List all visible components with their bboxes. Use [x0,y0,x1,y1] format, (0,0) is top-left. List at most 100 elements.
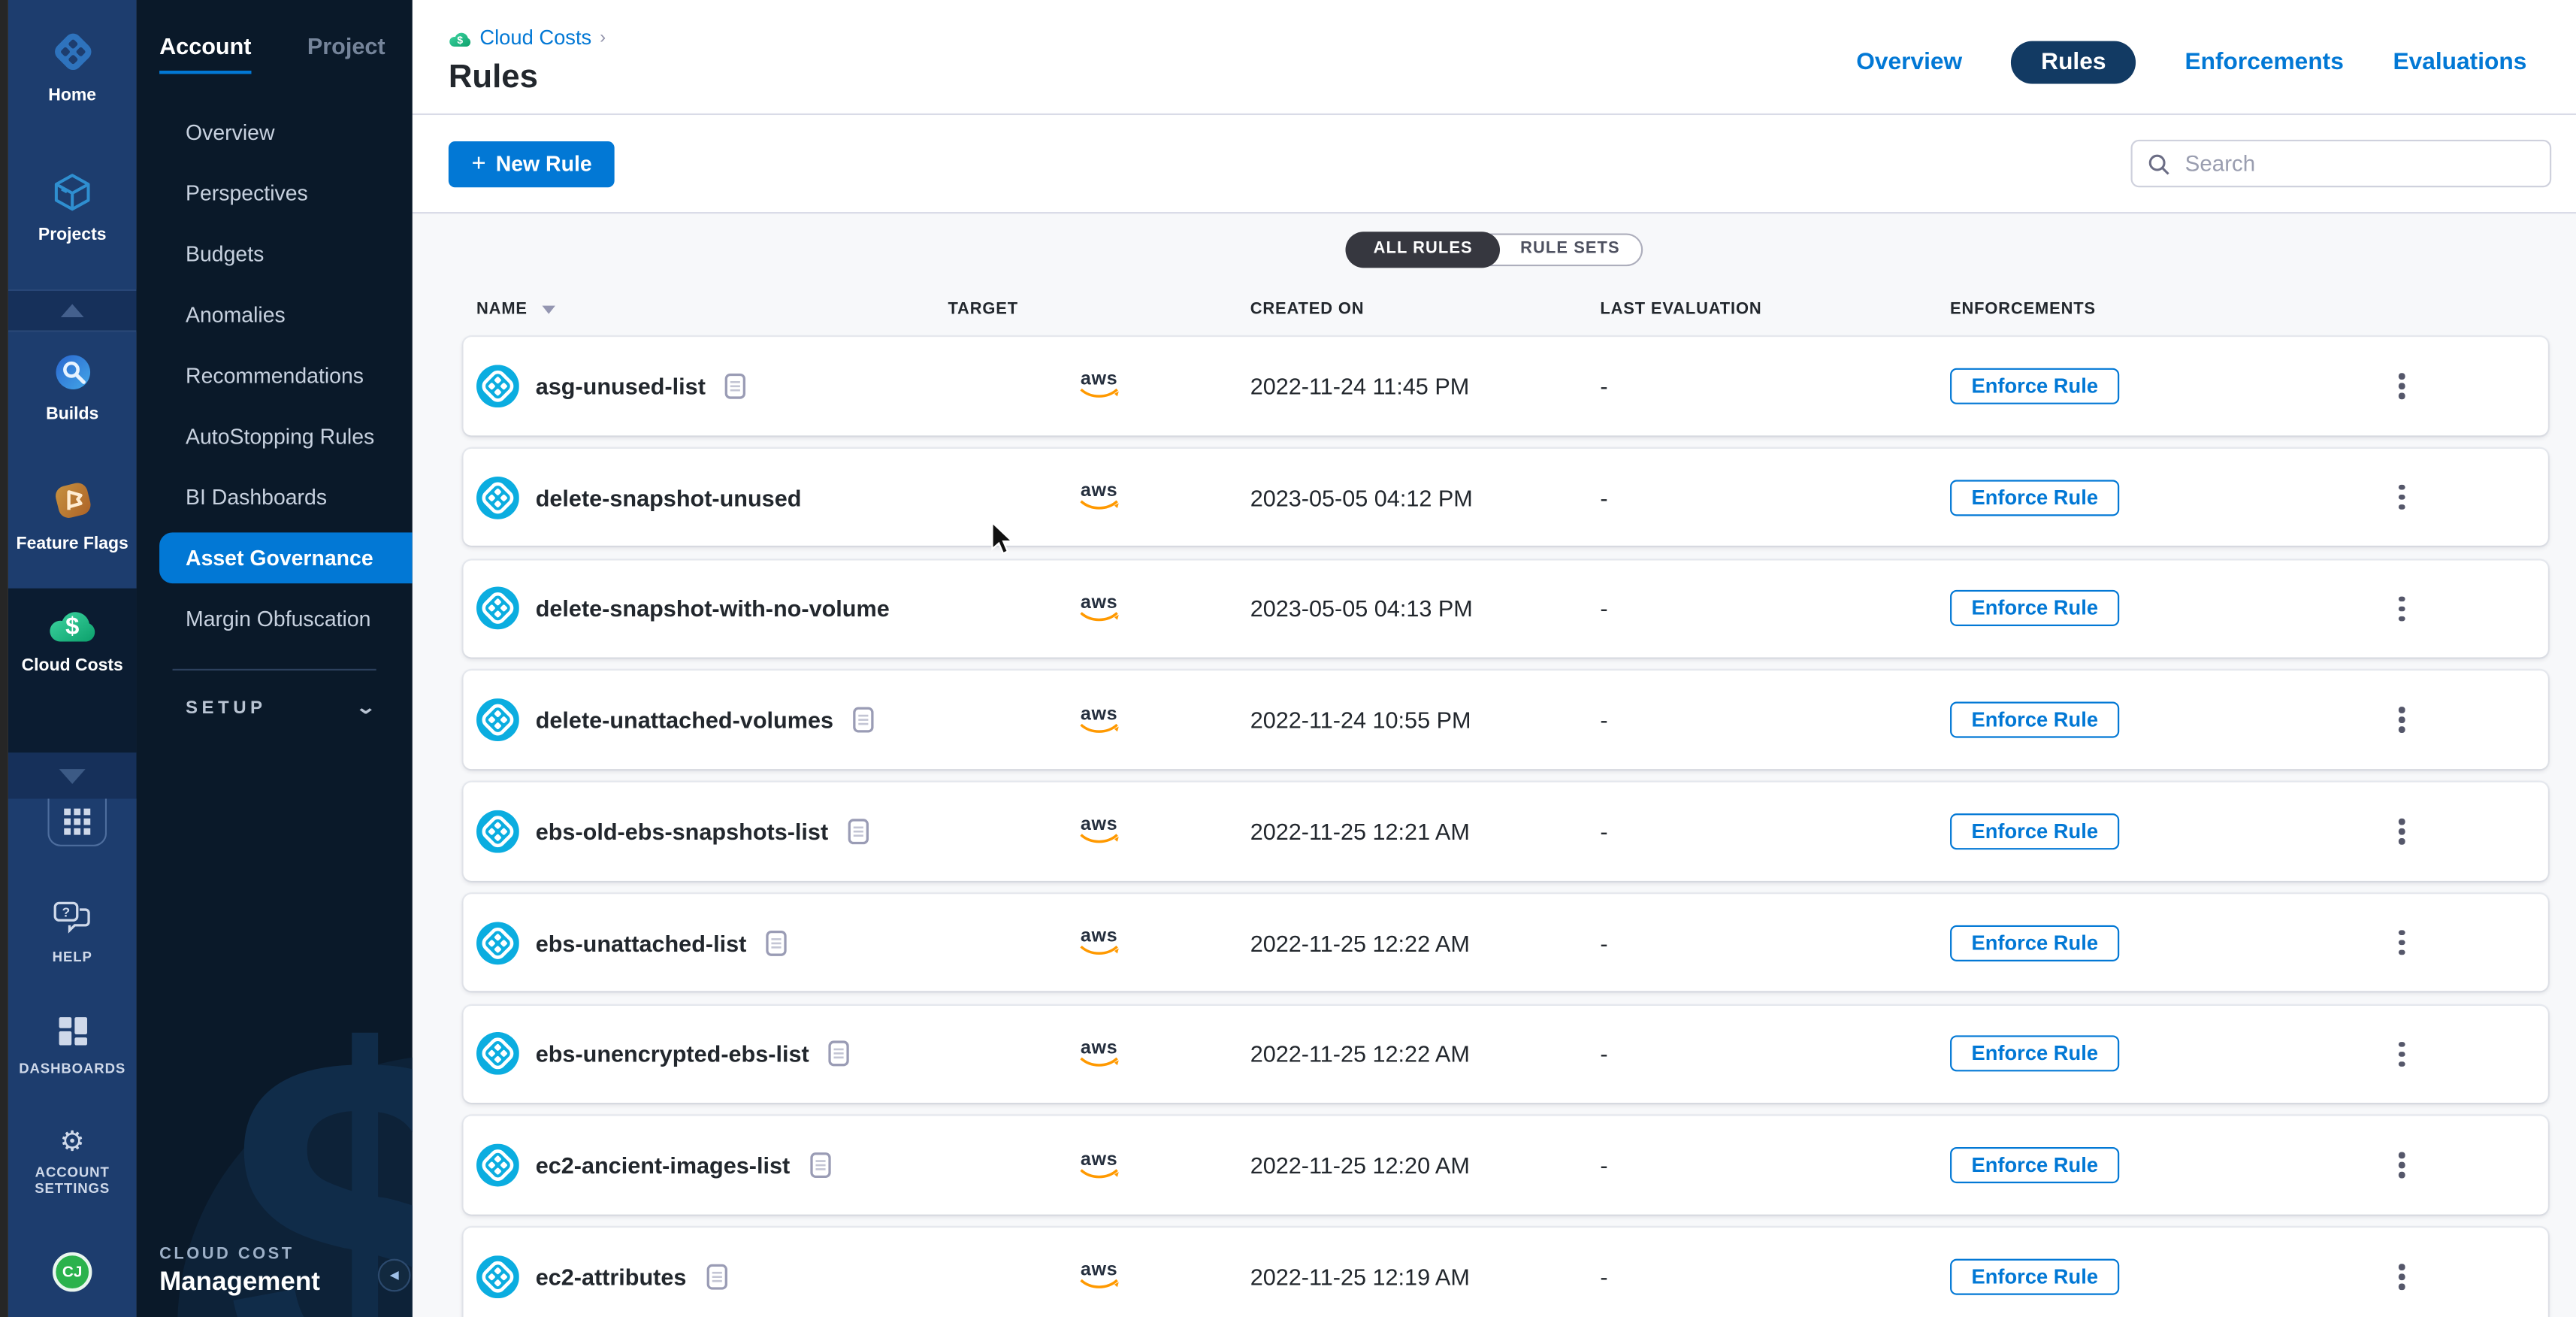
governance-tab[interactable]: Rules [2012,41,2136,84]
rule-row[interactable]: asg-unused-list aws [464,337,2548,434]
rule-row[interactable]: ec2-ancient-images-list aws [464,1116,2548,1214]
new-rule-button[interactable]: + New Rule [449,141,615,186]
aws-target-logo: aws [948,372,1250,400]
scope-tab[interactable]: Account [159,33,251,74]
enforce-rule-button[interactable]: Enforce Rule [1950,479,2119,515]
row-menu-button[interactable] [2393,701,2411,739]
description-icon[interactable] [853,707,874,733]
aws-target-logo: aws [948,1040,1250,1067]
sidebar-menu-item[interactable]: Recommendations [136,345,412,406]
description-icon[interactable] [706,1264,727,1290]
rail-item-home[interactable]: Home [8,29,137,105]
governance-tab[interactable]: Overview [1856,50,1962,76]
filter-segment[interactable]: RULE SETS [1499,233,1641,266]
rail-item-profile[interactable]: CJ [8,1252,137,1291]
enforce-rule-button[interactable]: Enforce Rule [1950,1147,2119,1183]
last-evaluation-value: - [1600,1040,1950,1067]
governance-tab[interactable]: Evaluations [2393,50,2526,76]
column-header-name[interactable]: NAME [464,301,948,319]
rule-name: delete-snapshot-with-no-volume [536,595,890,622]
rule-icon [476,698,519,741]
rule-row[interactable]: ebs-unattached-list aws [464,894,2548,992]
rail-collapse-band[interactable] [8,289,137,332]
rail-label: Home [8,87,137,105]
row-menu-button[interactable] [2393,478,2411,516]
sidebar-menu-item[interactable]: BI Dashboards [136,467,412,528]
description-icon[interactable] [829,1040,850,1067]
sidebar-collapse-button[interactable]: ◀ [378,1258,411,1291]
enforce-rule-button[interactable]: Enforce Rule [1950,702,2119,738]
rail-item-account-settings[interactable]: ⚙ ACCOUNT SETTINGS [8,1128,137,1197]
rule-name: ec2-attributes [536,1264,687,1290]
rail-item-builds[interactable]: Builds [8,352,137,424]
svg-text:$: $ [65,611,79,639]
governance-tab[interactable]: Enforcements [2184,50,2343,76]
rail-item-cloud-costs[interactable]: $ Cloud Costs [8,605,137,676]
last-evaluation-value: - [1600,707,1950,733]
toolbar: + New Rule [413,115,2576,213]
rule-icon [476,810,519,852]
created-on-value: 2023-05-05 04:12 PM [1250,484,1601,510]
row-menu-button[interactable] [2393,1034,2411,1073]
sidebar-menu-item[interactable]: Perspectives [136,162,412,223]
row-menu-button[interactable] [2393,1257,2411,1295]
rule-icon [476,365,519,407]
aws-target-logo: aws [948,1151,1250,1179]
row-menu-button[interactable] [2393,1146,2411,1184]
sidebar-menu-item[interactable]: AutoStopping Rules [136,406,412,467]
rule-row[interactable]: ebs-old-ebs-snapshots-list aws [464,783,2548,880]
description-icon[interactable] [848,818,869,844]
aws-target-logo: aws [948,483,1250,511]
sidebar-menu-item[interactable]: Anomalies [136,284,412,345]
rules-filter-toggle: ALL RULES RULE SETS [1345,233,1643,266]
sidebar-menu-item[interactable]: Asset Governance [159,532,413,583]
rule-row[interactable]: ec2-attributes aws [464,1228,2548,1317]
rail-chevron-band[interactable] [8,752,137,798]
row-menu-button[interactable] [2393,812,2411,850]
sidebar-footer: CLOUD COST Management [159,1245,320,1297]
enforce-rule-button[interactable]: Enforce Rule [1950,925,2119,961]
filter-segment[interactable]: ALL RULES [1345,232,1500,268]
enforce-rule-button[interactable]: Enforce Rule [1950,1036,2119,1072]
enforce-rule-button[interactable]: Enforce Rule [1950,368,2119,404]
row-menu-button[interactable] [2393,367,2411,405]
search-box[interactable] [2131,140,2552,187]
aws-target-logo: aws [948,817,1250,845]
search-input[interactable] [2181,150,2535,177]
rail-item-projects[interactable]: Projects [8,171,137,244]
rule-row[interactable]: delete-unattached-volumes aws [464,671,2548,769]
setup-section-toggle[interactable]: SETUP ⌄ [136,671,412,718]
breadcrumb-link[interactable]: Cloud Costs [479,26,591,50]
enforce-rule-button[interactable]: Enforce Rule [1950,1258,2119,1294]
breadcrumb: $ Cloud Costs › [449,26,606,50]
description-icon[interactable] [725,373,746,399]
ccm-menu: Overview Perspectives Budgets Anomalies … [136,102,412,649]
sidebar-menu-item[interactable]: Overview [136,102,412,163]
row-menu-button[interactable] [2393,589,2411,628]
sidebar-menu-item[interactable]: Budgets [136,223,412,284]
description-icon[interactable] [809,1152,830,1179]
enforce-rule-button[interactable]: Enforce Rule [1950,590,2119,626]
rail-item-help[interactable]: ? HELP [8,901,137,964]
row-menu-button[interactable] [2393,923,2411,961]
rail-item-dashboards[interactable]: DASHBOARDS [8,1016,137,1076]
scope-tab[interactable]: Project [307,33,385,74]
created-on-value: 2022-11-25 12:19 AM [1250,1264,1601,1290]
module-picker-button[interactable] [47,799,107,846]
rail-item-feature-flags[interactable]: Feature Flags [8,478,137,554]
sidebar-menu-item[interactable]: Margin Obfuscation [136,589,412,649]
rule-icon [476,476,519,519]
collapse-up-icon [61,304,84,316]
aws-target-logo: aws [948,1263,1250,1291]
rule-row[interactable]: delete-snapshot-with-no-volume aws 2023-… [464,559,2548,657]
enforce-rule-button[interactable]: Enforce Rule [1950,813,2119,849]
description-icon[interactable] [766,929,788,955]
rule-name: ebs-unattached-list [536,929,747,955]
aws-target-logo: aws [948,928,1250,956]
last-evaluation-value: - [1600,484,1950,510]
scope-tabs: Account Project [136,0,412,74]
created-on-value: 2022-11-25 12:22 AM [1250,1040,1601,1067]
rule-row[interactable]: delete-snapshot-unused aws 2023-05-05 04… [464,448,2548,546]
last-evaluation-value: - [1600,818,1950,844]
rule-row[interactable]: ebs-unencrypted-ebs-list aws [464,1005,2548,1103]
